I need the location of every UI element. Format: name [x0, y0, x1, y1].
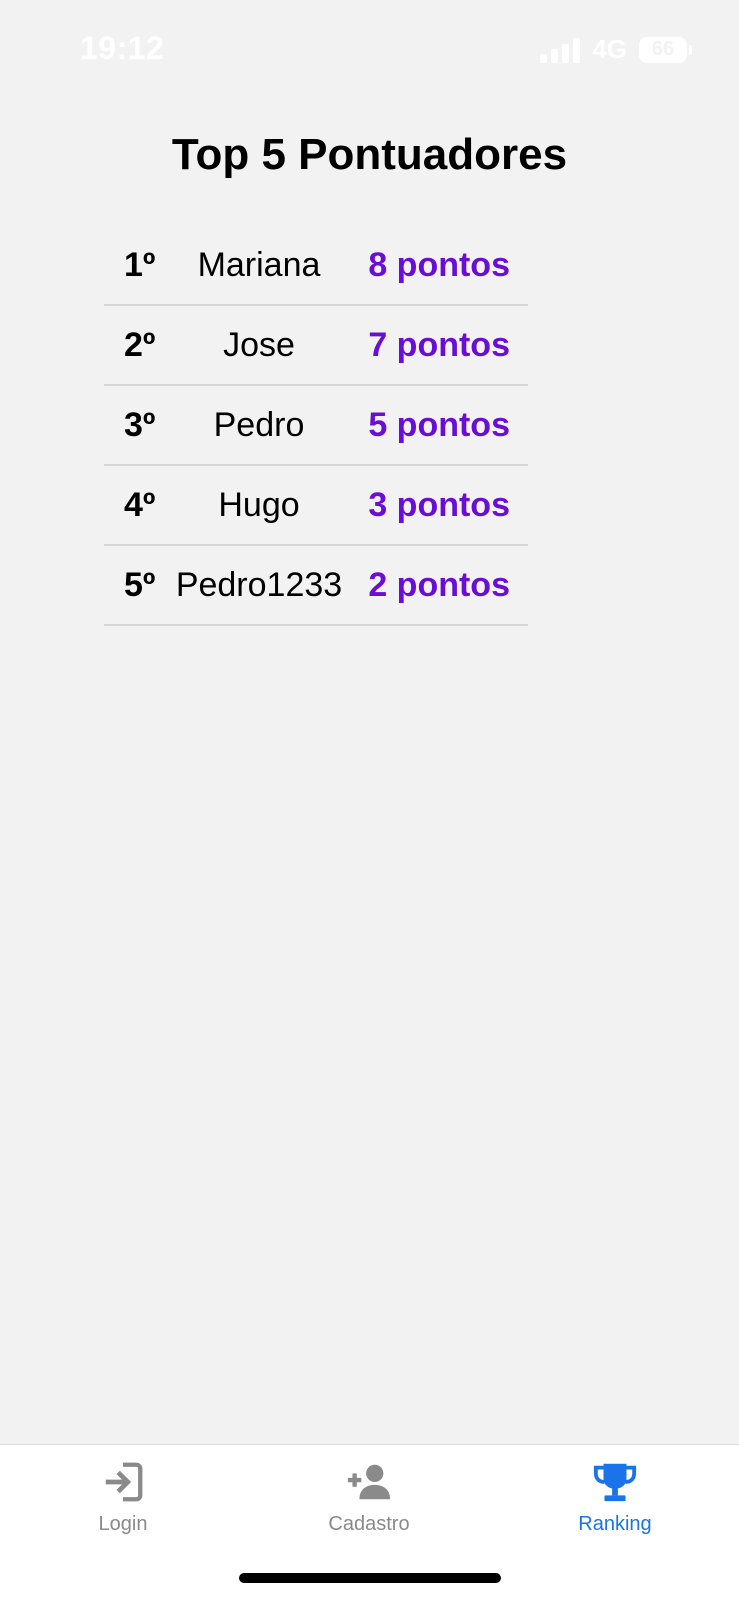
- tab-label-ranking: Ranking: [578, 1513, 652, 1535]
- player-name: Mariana: [197, 245, 321, 284]
- ranking-row: 3º Pedro 5 pontos: [104, 386, 528, 466]
- status-bar: 19:12 4G 66: [0, 0, 739, 100]
- rank-position: 3º: [124, 405, 156, 444]
- status-time: 19:12: [80, 30, 165, 66]
- home-indicator[interactable]: [239, 1573, 501, 1583]
- ranking-row: 2º Jose 7 pontos: [104, 306, 528, 386]
- tab-label-cadastro: Cadastro: [328, 1513, 410, 1535]
- ranking-row: 1º Mariana 8 pontos: [104, 226, 528, 306]
- player-points: 5 pontos: [368, 405, 510, 444]
- battery-icon: 66: [639, 36, 692, 63]
- status-indicators: 4G 66: [540, 34, 692, 65]
- player-points: 2 pontos: [368, 565, 510, 604]
- ranking-row: 4º Hugo 3 pontos: [104, 466, 528, 546]
- tab-ranking[interactable]: Ranking: [535, 1459, 695, 1549]
- player-name: Pedro: [213, 405, 305, 444]
- login-icon: [105, 1462, 143, 1502]
- player-name: Jose: [223, 325, 295, 364]
- rank-position: 5º: [124, 565, 156, 604]
- tab-login[interactable]: Login: [43, 1459, 203, 1549]
- player-points: 8 pontos: [368, 245, 510, 284]
- battery-level: 66: [651, 38, 675, 60]
- ranking-row: 5º Pedro1233 2 pontos: [104, 546, 528, 626]
- rank-position: 4º: [124, 485, 156, 524]
- tab-label-login: Login: [98, 1513, 148, 1535]
- tab-cadastro[interactable]: Cadastro: [289, 1459, 449, 1549]
- player-points: 3 pontos: [368, 485, 510, 524]
- rank-position: 2º: [124, 325, 156, 364]
- trophy-icon: [593, 1463, 637, 1502]
- player-name: Hugo: [218, 485, 300, 524]
- add-user-icon: [347, 1464, 391, 1500]
- player-name: Pedro1233: [175, 565, 343, 604]
- rank-position: 1º: [124, 245, 156, 284]
- signal-icon: [540, 37, 581, 63]
- ranking-list: 1º Mariana 8 pontos 2º Jose 7 pontos 3º …: [104, 226, 528, 626]
- page-title: Top 5 Pontuadores: [171, 130, 568, 179]
- player-points: 7 pontos: [368, 325, 510, 364]
- network-type: 4G: [592, 34, 627, 64]
